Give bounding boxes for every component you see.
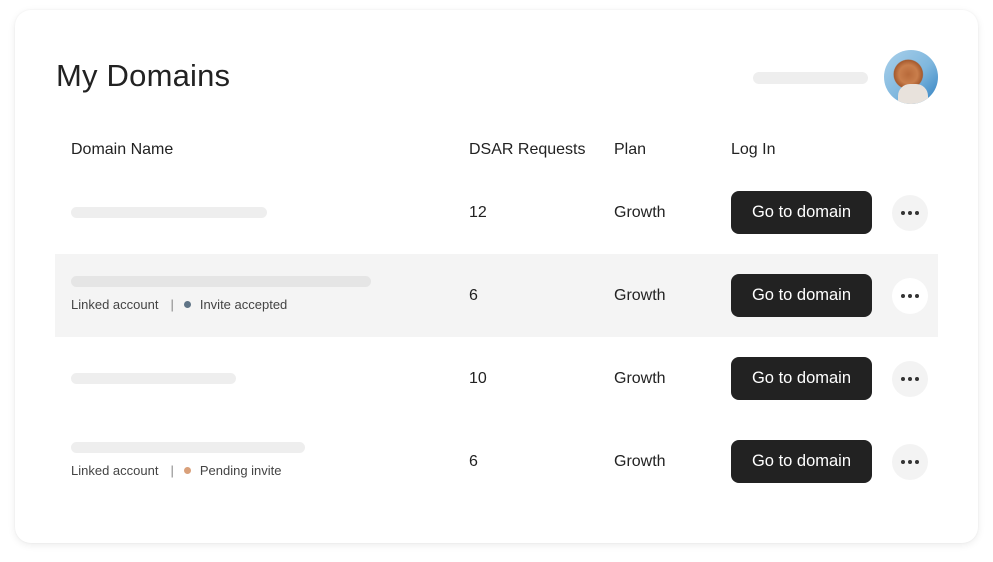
plan-name: Growth [614, 453, 666, 470]
avatar-figure [898, 84, 928, 104]
linked-account-label: Linked account [71, 297, 159, 312]
domain-name-placeholder [71, 276, 371, 287]
more-dot-icon [901, 460, 905, 464]
dsar-count: 10 [469, 370, 487, 387]
plan-name: Growth [614, 204, 666, 221]
go-to-domain-button[interactable]: Go to domain [731, 440, 872, 483]
page-title: My Domains [56, 58, 231, 93]
more-dot-icon [908, 377, 912, 381]
avatar[interactable] [884, 50, 938, 104]
column-header-dsar-requests: DSAR Requests [469, 141, 586, 158]
status-dot-icon [183, 467, 191, 474]
domain-name-placeholder [71, 373, 236, 384]
go-to-domain-button[interactable]: Go to domain [731, 357, 872, 400]
more-options-button[interactable] [892, 361, 928, 397]
status-dot-icon [183, 301, 191, 308]
go-to-domain-button[interactable]: Go to domain [731, 191, 872, 234]
more-dot-icon [915, 377, 919, 381]
separator: | [170, 463, 174, 478]
more-dot-icon [908, 211, 912, 215]
more-options-button[interactable] [892, 278, 928, 314]
more-dot-icon [901, 294, 905, 298]
linked-account-info: Linked account | Invite accepted [71, 297, 287, 312]
more-dot-icon [901, 211, 905, 215]
linked-account-info: Linked account | Pending invite [71, 463, 282, 478]
table-row: Linked account | Invite accepted 6 Growt… [55, 254, 938, 337]
more-dot-icon [915, 460, 919, 464]
table-row: 12 Growth Go to domain [55, 171, 938, 254]
domains-card: My Domains Domain Name DSAR Requests Pla… [15, 10, 978, 543]
status-label: Invite accepted [199, 297, 288, 312]
linked-account-label: Linked account [71, 463, 159, 478]
column-header-log-in: Log In [731, 141, 776, 158]
dsar-count: 6 [469, 453, 478, 470]
table-row: 10 Growth Go to domain [55, 337, 938, 420]
separator: | [170, 297, 174, 312]
table-row: Linked account | Pending invite 6 Growth… [55, 420, 938, 503]
more-options-button[interactable] [892, 444, 928, 480]
domain-name-placeholder [71, 207, 267, 218]
more-options-button[interactable] [892, 195, 928, 231]
go-to-domain-button[interactable]: Go to domain [731, 274, 872, 317]
domain-name-placeholder [71, 442, 305, 453]
dsar-count: 6 [469, 287, 478, 304]
status-label: Pending invite [199, 463, 282, 478]
plan-name: Growth [614, 287, 666, 304]
dsar-count: 12 [469, 204, 487, 221]
more-dot-icon [908, 294, 912, 298]
more-dot-icon [915, 294, 919, 298]
column-header-plan: Plan [614, 141, 647, 158]
more-dot-icon [915, 211, 919, 215]
more-dot-icon [901, 377, 905, 381]
more-dot-icon [908, 460, 912, 464]
plan-name: Growth [614, 370, 666, 387]
column-header-domain-name: Domain Name [71, 141, 174, 158]
header-placeholder [753, 72, 868, 84]
